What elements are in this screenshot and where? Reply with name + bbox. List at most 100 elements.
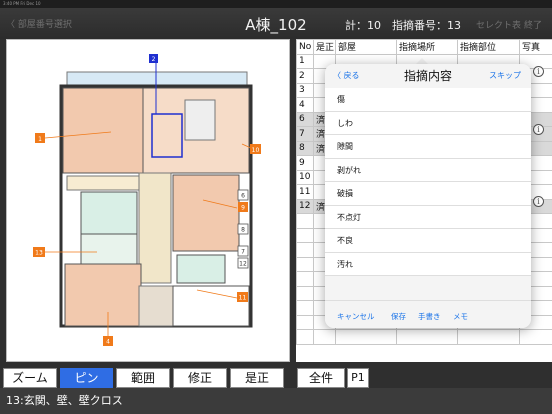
- status-cell: [313, 329, 336, 345]
- selected-issue-bar: 13:玄関、壁、壁クロス: [0, 388, 552, 414]
- no-cell: 8: [296, 140, 314, 156]
- room-bath: [80, 191, 138, 235]
- pin-marker-4[interactable]: 4: [103, 336, 113, 346]
- no-cell: [296, 242, 314, 258]
- room-bedroom-left: [64, 263, 142, 327]
- svg-text:13: 13: [35, 250, 43, 257]
- popover-back-button[interactable]: 〈 戻る: [333, 70, 360, 81]
- no-cell: [296, 285, 314, 301]
- hall: [138, 172, 172, 284]
- list-item[interactable]: 不良: [325, 229, 531, 253]
- no-cell: 2: [296, 68, 314, 84]
- part-cell: [457, 329, 520, 345]
- floor-plan[interactable]: 2 1 10 6 9 8 7 12 13 11 4: [7, 40, 291, 363]
- cancel-button[interactable]: キャンセル: [337, 311, 375, 322]
- range-button[interactable]: 範囲: [116, 368, 170, 388]
- no-cell: [296, 300, 314, 316]
- no-cell: [296, 256, 314, 272]
- no-cell: 6: [296, 111, 314, 127]
- room-living: [62, 87, 144, 174]
- list-item[interactable]: 汚れ: [325, 253, 531, 276]
- col-header-status: 是正: [313, 39, 336, 55]
- table-row[interactable]: [296, 329, 552, 345]
- pin-marker-2[interactable]: 2: [149, 54, 158, 63]
- no-cell: 4: [296, 97, 314, 113]
- popover-header: 〈 戻る 指摘内容 スキップ: [325, 64, 531, 88]
- issue-content-list: 傷 しわ 隙間 剥がれ 破損 不点灯 不良 汚れ: [325, 88, 531, 276]
- svg-text:1: 1: [38, 136, 42, 143]
- no-cell: [296, 314, 314, 330]
- no-cell: 11: [296, 184, 314, 200]
- col-header-room: 部屋: [335, 39, 397, 55]
- status-bar: 3:40 PM Fri Dec 10: [0, 0, 552, 8]
- memo-button[interactable]: メモ: [453, 311, 468, 322]
- issue-content-popover: 〈 戻る 指摘内容 スキップ 傷 しわ 隙間 剥がれ 破損 不点灯 不良 汚れ …: [325, 64, 531, 328]
- table-header-row: No 是正 部屋 指摘場所 指摘部位 写真: [296, 39, 552, 55]
- edit-button[interactable]: 修正: [173, 368, 227, 388]
- list-item[interactable]: 剥がれ: [325, 159, 531, 182]
- all-items-button[interactable]: 全件: [297, 368, 345, 388]
- pin-marker-12[interactable]: 12: [237, 257, 249, 269]
- photo-cell: [519, 329, 552, 345]
- room-bedroom-right: [172, 174, 240, 252]
- pin-marker-1[interactable]: 1: [35, 133, 45, 143]
- pin-marker-7[interactable]: 7: [237, 245, 249, 257]
- page-button[interactable]: P1: [347, 368, 369, 388]
- save-button[interactable]: 保存: [391, 311, 406, 322]
- status-time: 3:40 PM Fri Dec 10: [3, 1, 41, 6]
- no-cell: [296, 227, 314, 243]
- end-button[interactable]: 終了: [524, 18, 542, 31]
- info-icon[interactable]: i: [533, 196, 544, 207]
- room-toilet: [176, 254, 226, 284]
- correct-button[interactable]: 是正: [230, 368, 284, 388]
- svg-text:4: 4: [106, 339, 110, 346]
- floor-plan-panel[interactable]: 2 1 10 6 9 8 7 12 13 11 4: [6, 39, 290, 362]
- back-to-room-select-button[interactable]: 〈 部屋番号選択: [6, 17, 72, 30]
- pin-button[interactable]: ピン: [60, 368, 113, 388]
- pin-marker-10[interactable]: 10: [250, 144, 261, 154]
- pin-marker-8[interactable]: 8: [237, 223, 249, 235]
- handwrite-button[interactable]: 手書き: [418, 311, 441, 322]
- svg-text:11: 11: [239, 295, 247, 302]
- popover-skip-button[interactable]: スキップ: [489, 70, 521, 81]
- total-count: 計：10: [345, 19, 381, 32]
- room-cell: [335, 329, 397, 345]
- list-item[interactable]: 破損: [325, 182, 531, 206]
- balcony: [66, 71, 248, 87]
- list-item[interactable]: 不点灯: [325, 206, 531, 229]
- col-header-location: 指摘場所: [396, 39, 458, 55]
- col-header-part: 指摘部位: [457, 39, 520, 55]
- svg-text:8: 8: [241, 227, 245, 234]
- no-cell: 12: [296, 198, 314, 214]
- info-icon[interactable]: i: [533, 66, 544, 77]
- list-item[interactable]: 傷: [325, 88, 531, 112]
- no-cell: [296, 329, 314, 345]
- pin-marker-6[interactable]: 6: [237, 189, 249, 201]
- pin-marker-9[interactable]: 9: [238, 202, 248, 212]
- svg-text:9: 9: [241, 205, 245, 212]
- no-cell: 1: [296, 53, 314, 69]
- no-cell: 3: [296, 82, 314, 98]
- pin-marker-13[interactable]: 13: [33, 247, 45, 257]
- zoom-button[interactable]: ズーム: [3, 368, 57, 388]
- no-cell: 7: [296, 126, 314, 142]
- info-icon[interactable]: i: [533, 124, 544, 135]
- page-title: A棟_102: [245, 16, 307, 34]
- no-cell: [296, 213, 314, 229]
- room-wash: [80, 233, 138, 265]
- list-item[interactable]: しわ: [325, 112, 531, 135]
- entrance: [138, 285, 174, 327]
- location-cell: [396, 329, 458, 345]
- popover-footer: キャンセル 保存 手書き メモ: [325, 300, 531, 328]
- pin-marker-11[interactable]: 11: [237, 292, 248, 302]
- svg-text:7: 7: [241, 249, 245, 256]
- no-cell: 9: [296, 155, 314, 171]
- svg-text:6: 6: [241, 193, 245, 200]
- svg-text:2: 2: [152, 56, 156, 63]
- no-cell: [296, 271, 314, 287]
- kitchen-counter: [184, 99, 216, 141]
- select-table-button[interactable]: セレクト表: [476, 18, 521, 31]
- list-item[interactable]: 隙間: [325, 135, 531, 159]
- svg-text:10: 10: [252, 147, 260, 154]
- selected-issue-text: 13:玄関、壁、壁クロス: [6, 394, 123, 407]
